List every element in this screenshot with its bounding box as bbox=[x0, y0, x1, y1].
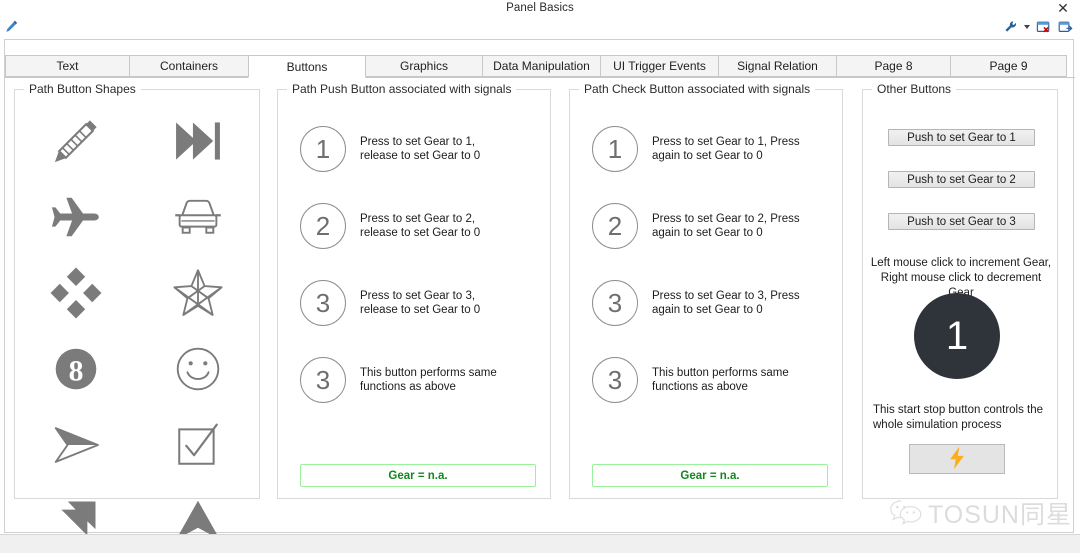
tab-buttons[interactable]: Buttons bbox=[248, 55, 366, 78]
window-title-bar: Panel Basics ✕ bbox=[0, 0, 1080, 16]
airplane-icon bbox=[48, 189, 104, 248]
tab-bar: Text Containers Buttons Graphics Data Manipu… bbox=[5, 55, 1075, 78]
check-circle-button-2[interactable]: 2 bbox=[592, 203, 638, 249]
toolbar-left-group bbox=[0, 18, 20, 35]
group-title-push: Path Push Button associated with signals bbox=[287, 82, 517, 96]
push-circle-button-4[interactable]: 3 bbox=[300, 357, 346, 403]
star-outline-icon bbox=[171, 266, 225, 323]
tab-page-8[interactable]: Page 8 bbox=[836, 55, 951, 77]
push-gear-readout: Gear = n.a. bbox=[300, 464, 536, 487]
check-row: 1 Press to set Gear to 1, Press again to … bbox=[592, 126, 802, 172]
toolbar-right-group bbox=[1002, 16, 1074, 37]
tab-ui-trigger-events[interactable]: UI Trigger Events bbox=[600, 55, 719, 77]
check-circle-button-1[interactable]: 1 bbox=[592, 126, 638, 172]
group-other-buttons: Other Buttons Push to set Gear to 1 Push… bbox=[862, 82, 1058, 499]
push-circle-button-2[interactable]: 2 bbox=[300, 203, 346, 249]
push-row: 2 Press to set Gear to 2, release to set … bbox=[300, 203, 510, 249]
shape-button-paper-plane[interactable] bbox=[45, 415, 107, 477]
shape-button-checkbox[interactable] bbox=[167, 415, 229, 477]
window-title: Panel Basics bbox=[506, 2, 574, 14]
svg-text:8: 8 bbox=[69, 355, 84, 387]
shape-button-grid: 8 bbox=[15, 104, 259, 560]
push-gear-1-button[interactable]: Push to set Gear to 1 bbox=[888, 129, 1035, 146]
shape-button-eight-ball[interactable]: 8 bbox=[45, 339, 107, 401]
shape-button-smiley[interactable] bbox=[167, 339, 229, 401]
tab-page-9[interactable]: Page 9 bbox=[950, 55, 1067, 77]
push-gear-3-button[interactable]: Push to set Gear to 3 bbox=[888, 213, 1035, 230]
start-stop-simulation-button[interactable] bbox=[909, 444, 1005, 474]
push-circle-button-1[interactable]: 1 bbox=[300, 126, 346, 172]
tab-text[interactable]: Text bbox=[5, 55, 130, 77]
check-row: 3 This button performs same functions as … bbox=[592, 357, 802, 403]
window-close-button[interactable]: ✕ bbox=[1052, 0, 1074, 16]
toolbar bbox=[0, 16, 1080, 38]
check-row-label: Press to set Gear to 2, Press again to s… bbox=[652, 213, 800, 239]
group-title-shapes: Path Button Shapes bbox=[24, 82, 141, 96]
group-title-other: Other Buttons bbox=[872, 82, 957, 96]
tab-signal-relation[interactable]: Signal Relation bbox=[718, 55, 837, 77]
push-row: 3 This button performs same functions as … bbox=[300, 357, 510, 403]
shape-button-four-diamonds[interactable] bbox=[45, 263, 107, 325]
shape-button-fast-forward[interactable] bbox=[167, 111, 229, 173]
close-window-icon[interactable] bbox=[1035, 18, 1052, 35]
status-bar bbox=[0, 534, 1080, 553]
check-gear-readout: Gear = n.a. bbox=[592, 464, 828, 487]
pencil-icon bbox=[49, 114, 103, 171]
shape-button-pencil[interactable] bbox=[45, 111, 107, 173]
push-row-label: This button performs same functions as a… bbox=[360, 367, 497, 393]
pencil-icon[interactable] bbox=[3, 18, 20, 35]
push-row-label: Press to set Gear to 2, release to set G… bbox=[360, 213, 481, 239]
group-path-push-button: Path Push Button associated with signals… bbox=[277, 82, 551, 499]
export-icon[interactable] bbox=[1057, 18, 1074, 35]
checkbox-checked-icon bbox=[173, 420, 223, 473]
push-row-label: Press to set Gear to 1, release to set G… bbox=[360, 136, 481, 162]
check-row-label: This button performs same functions as a… bbox=[652, 367, 789, 393]
check-row: 3 Press to set Gear to 3, Press again to … bbox=[592, 280, 802, 326]
chevron-down-icon[interactable] bbox=[1024, 24, 1030, 29]
group-title-check: Path Check Button associated with signal… bbox=[579, 82, 816, 96]
check-row-label: Press to set Gear to 3, Press again to s… bbox=[652, 290, 800, 316]
shape-button-car[interactable] bbox=[167, 187, 229, 249]
fast-forward-icon bbox=[171, 114, 225, 171]
check-circle-button-4[interactable]: 3 bbox=[592, 357, 638, 403]
car-icon bbox=[170, 189, 226, 248]
smiley-face-icon bbox=[172, 343, 224, 398]
eight-ball-icon: 8 bbox=[51, 344, 101, 397]
four-diamonds-icon bbox=[50, 267, 102, 322]
check-row: 2 Press to set Gear to 2, Press again to … bbox=[592, 203, 802, 249]
tab-containers[interactable]: Containers bbox=[129, 55, 249, 77]
tab-data-manipulation[interactable]: Data Manipulation bbox=[482, 55, 601, 77]
shape-button-airplane[interactable] bbox=[45, 187, 107, 249]
group-path-check-button: Path Check Button associated with signal… bbox=[569, 82, 843, 499]
push-gear-2-button[interactable]: Push to set Gear to 2 bbox=[888, 171, 1035, 188]
push-circle-button-3[interactable]: 3 bbox=[300, 280, 346, 326]
paper-plane-icon bbox=[49, 418, 103, 475]
push-row-label: Press to set Gear to 3, release to set G… bbox=[360, 290, 481, 316]
client-area: Text Containers Buttons Graphics Data Manipu… bbox=[0, 37, 1080, 553]
check-row-label: Press to set Gear to 1, Press again to s… bbox=[652, 136, 800, 162]
gear-display-button[interactable]: 1 bbox=[914, 293, 1000, 379]
push-row: 1 Press to set Gear to 1, release to set … bbox=[300, 126, 510, 172]
tab-underline bbox=[5, 77, 1075, 78]
lightning-bolt-icon bbox=[946, 446, 968, 473]
group-path-button-shapes: Path Button Shapes 8 bbox=[14, 82, 260, 540]
simulation-hint: This start stop button controls the whol… bbox=[873, 404, 1044, 431]
wrench-icon[interactable] bbox=[1002, 18, 1019, 35]
tab-graphics[interactable]: Graphics bbox=[365, 55, 483, 77]
push-row: 3 Press to set Gear to 3, release to set … bbox=[300, 280, 510, 326]
check-circle-button-3[interactable]: 3 bbox=[592, 280, 638, 326]
shape-button-star[interactable] bbox=[167, 263, 229, 325]
